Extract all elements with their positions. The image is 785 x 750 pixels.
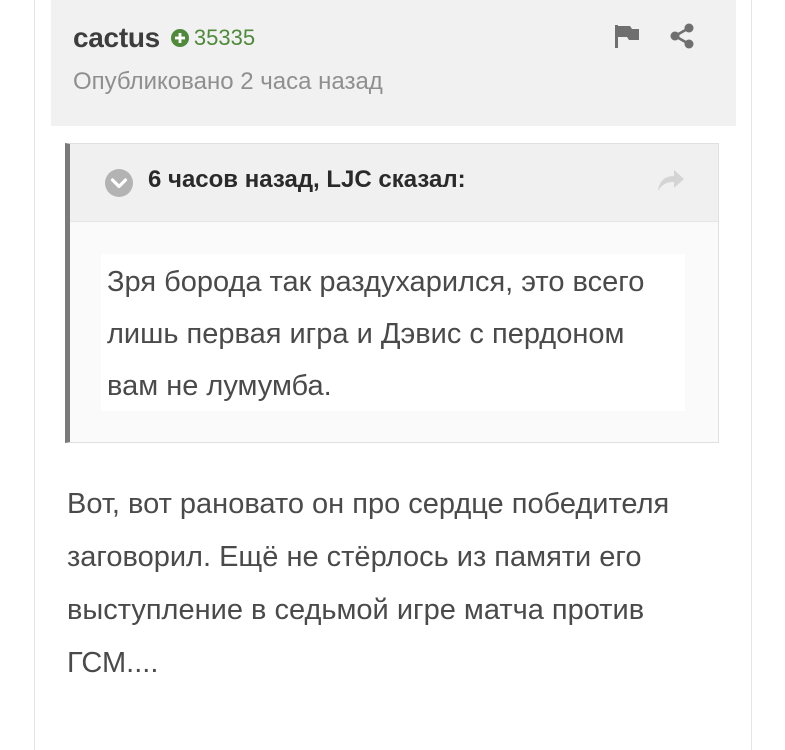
share-icon[interactable] <box>668 22 696 50</box>
reputation-count: 35335 <box>193 25 256 50</box>
author-name[interactable]: cactus <box>73 22 160 54</box>
author-row: cactus 35335 <box>73 18 255 58</box>
post-date: Опубликовано 2 часа назад <box>73 68 383 95</box>
reputation-badge[interactable]: 35335 <box>170 25 255 51</box>
post-body-text: Вот, вот рановато он про сердце победите… <box>67 488 670 679</box>
quote-body: Зря борода так раздухарился, это всего л… <box>101 254 685 411</box>
arrow-share-icon[interactable] <box>656 168 686 194</box>
flag-icon[interactable] <box>613 23 641 49</box>
quote-header: 6 часов назад, LJC сказал: <box>70 144 718 222</box>
quote-block: 6 часов назад, LJC сказал: Зря борода та… <box>65 143 719 443</box>
quote-text: Зря борода так раздухарился, это всего л… <box>107 266 645 402</box>
quote-citation: 6 часов назад, LJC сказал: <box>148 166 466 193</box>
forum-post: cactus 35335 Опубликовано 2 часа назад 6… <box>34 0 752 750</box>
chevron-down-icon[interactable] <box>104 168 134 198</box>
post-header: cactus 35335 Опубликовано 2 часа назад <box>51 0 736 126</box>
plus-circle-icon <box>170 29 189 47</box>
